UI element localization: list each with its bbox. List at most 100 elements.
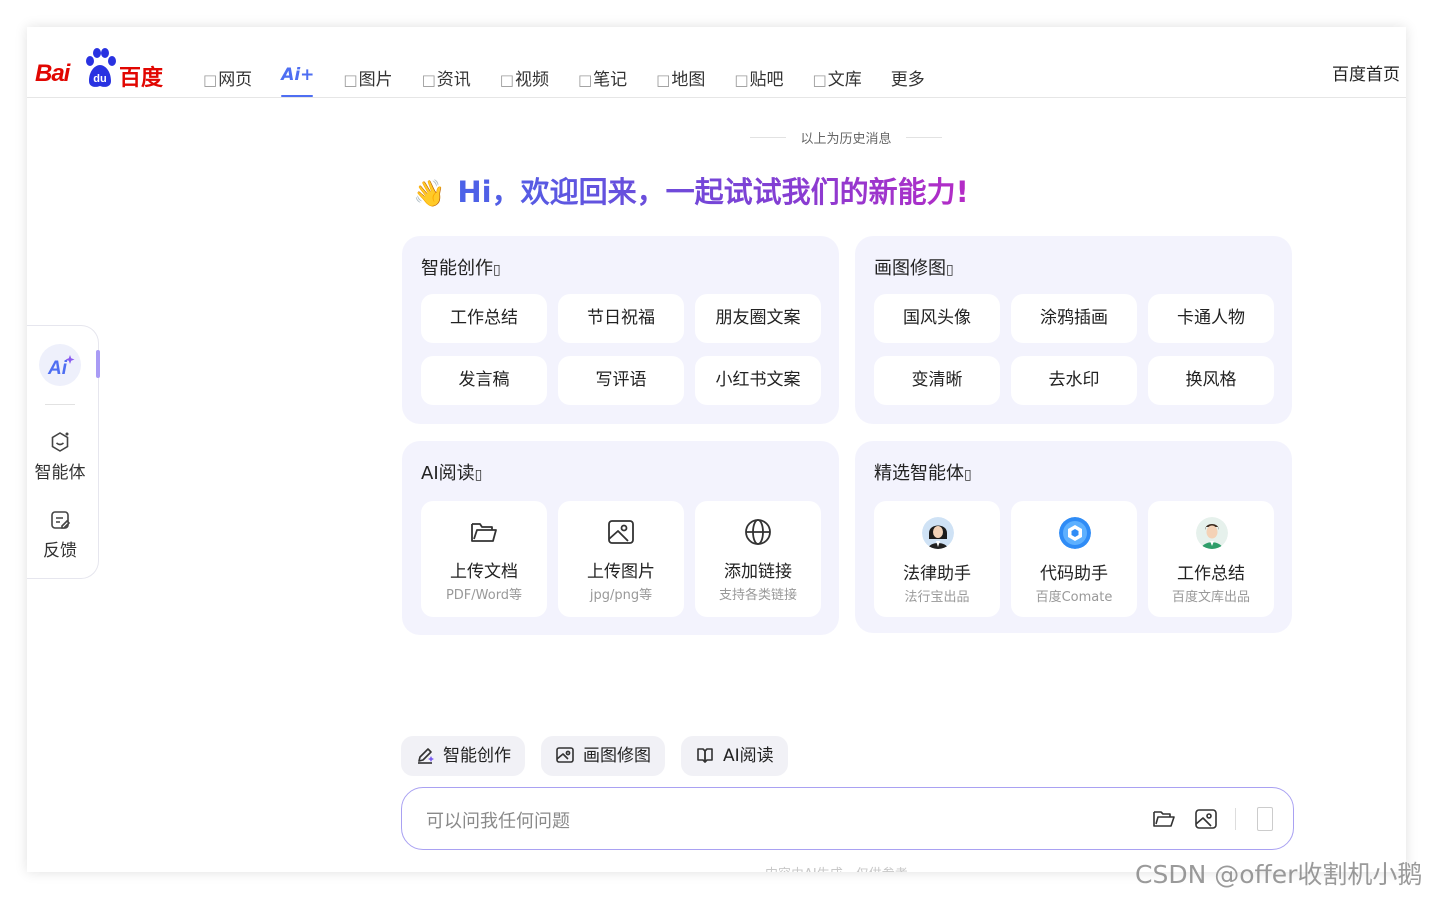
comate-logo-icon (1059, 517, 1091, 549)
card-featured-agents-title[interactable]: 精选智能体▯ (874, 459, 972, 485)
tile-legal-assistant-title: 法律助手 (903, 564, 971, 584)
nav-images[interactable]: □图片 (343, 65, 392, 97)
tile-code-assistant-title: 代码助手 (1040, 564, 1108, 584)
nav-notes-icon: □ (577, 71, 593, 89)
tile-add-link-sub: 支持各类链接 (718, 588, 797, 603)
folder-upload-icon[interactable] (1152, 807, 1176, 831)
tile-legal-assistant[interactable]: 法律助手 法行宝出品 (874, 501, 1000, 617)
nav-tieba[interactable]: □贴吧 (734, 65, 783, 97)
greeting-text: Hi，欢迎回来，一起试试我们的新能力! (457, 175, 969, 209)
tile-work-summary-agent-sub: 百度文库出品 (1171, 590, 1250, 605)
nav-notes[interactable]: □笔记 (578, 65, 627, 97)
nav-more-label: 更多 (890, 70, 925, 90)
tile-code-assistant[interactable]: 代码助手 百度Comate (1011, 501, 1137, 617)
nav-tieba-label: 贴吧 (749, 70, 784, 90)
shortcut-smart-creation[interactable]: 智能创作 (401, 736, 525, 776)
baidu-logo[interactable]: Bai du 百度 (35, 47, 167, 91)
card-drawing-title[interactable]: 画图修图▯ (874, 254, 954, 280)
tile-upload-document[interactable]: 上传文档 PDF/Word等 (421, 501, 547, 617)
tile-work-summary-agent-title: 工作总结 (1177, 564, 1245, 584)
shortcut-ai-reading[interactable]: AI阅读 (681, 736, 788, 776)
tile-upload-document-sub: PDF/Word等 (445, 588, 523, 603)
nav-web[interactable]: □网页 (203, 65, 252, 97)
legal-assistant-avatar-icon (922, 517, 954, 549)
nav-ai[interactable]: Ai+ (281, 65, 314, 97)
waving-hand-icon: 👋 (413, 179, 446, 209)
tile-upload-image[interactable]: 上传图片 jpg/png等 (558, 501, 684, 617)
book-icon (697, 748, 713, 763)
tile-upload-document-title: 上传文档 (450, 562, 518, 582)
card-ai-reading-title-text: AI阅读 (421, 463, 475, 484)
tile-work-summary-agent[interactable]: 工作总结 百度文库出品 (1148, 501, 1274, 617)
ai-disclaimer: 内容由AI生成，仅供参考 (765, 863, 908, 872)
ai-sparkle-icon: Ai (47, 355, 75, 378)
card-smart-creation-title-text: 智能创作 (421, 258, 493, 279)
card-smart-creation-title[interactable]: 智能创作▯ (421, 254, 501, 280)
card-ai-reading-title[interactable]: AI阅读▯ (421, 459, 482, 485)
greeting-heading: 👋 Hi，欢迎回来，一起试试我们的新能力! (413, 169, 969, 211)
svg-text:Ai: Ai (47, 358, 68, 378)
top-header: Bai du 百度 □网页 Ai+ □图片 □资讯 □视频 □笔记 □地图 □贴… (27, 27, 1406, 98)
chevron-right-icon: ▯ (946, 262, 954, 278)
chip-write-review[interactable]: 写评语 (558, 356, 684, 405)
card-smart-creation: 智能创作▯ 工作总结 节日祝福 朋友圈文案 发言稿 写评语 小红书文案 (402, 236, 839, 424)
tile-add-link[interactable]: 添加链接 支持各类链接 (695, 501, 821, 617)
tile-legal-assistant-sub: 法行宝出品 (904, 590, 970, 605)
sidebar-divider (45, 404, 75, 405)
chip-speech-draft[interactable]: 发言稿 (421, 356, 547, 405)
image-icon (608, 520, 634, 544)
chip-work-summary[interactable]: 工作总结 (421, 294, 547, 343)
nav-web-label: 网页 (218, 70, 253, 90)
nav-ai-label: Ai+ (281, 65, 315, 85)
chip-xiaohongshu-copy[interactable]: 小红书文案 (695, 356, 821, 405)
send-button[interactable] (1257, 807, 1273, 831)
nav-wenku[interactable]: □文库 (813, 65, 862, 97)
chip-change-style[interactable]: 换风格 (1148, 356, 1274, 405)
nav-web-icon: □ (203, 71, 218, 89)
logo-text-bai: Bai (35, 60, 70, 87)
shortcut-drawing[interactable]: 画图修图 (541, 736, 665, 776)
nav-wenku-icon: □ (812, 71, 827, 89)
nav-video[interactable]: □视频 (500, 65, 549, 97)
sidebar-item-feedback-label: 反馈 (43, 541, 77, 561)
chip-enhance-clarity[interactable]: 变清晰 (874, 356, 1000, 405)
chip-guofeng-avatar[interactable]: 国风头像 (874, 294, 1000, 343)
nav-images-icon: □ (343, 71, 358, 89)
chip-doodle-illustration[interactable]: 涂鸦插画 (1011, 294, 1137, 343)
sidebar-item-agents[interactable]: 智能体 (27, 430, 93, 483)
sidebar-ai-button[interactable]: Ai (39, 344, 81, 386)
nav-map-icon: □ (656, 71, 671, 89)
globe-icon (745, 519, 771, 545)
sidebar-item-feedback[interactable]: 反馈 (27, 508, 93, 561)
chat-input-placeholder[interactable]: 可以问我任何问题 (426, 807, 570, 833)
history-divider: 以上为历史消息 (750, 128, 942, 147)
csdn-watermark: CSDN @offer收割机小鹅 (1135, 860, 1423, 889)
left-sidebar: Ai 智能体 反馈 (27, 325, 100, 579)
tile-upload-image-title: 上传图片 (587, 562, 655, 582)
nav-notes-label: 笔记 (593, 70, 628, 90)
chip-holiday-wishes[interactable]: 节日祝福 (558, 294, 684, 343)
chat-input-box[interactable]: 可以问我任何问题 (401, 787, 1294, 850)
feedback-icon (51, 511, 71, 529)
nav-map-label: 地图 (671, 70, 706, 90)
top-nav: □网页 Ai+ □图片 □资讯 □视频 □笔记 □地图 □贴吧 □文库 更多 (203, 65, 954, 97)
logo-paw-text: du (93, 73, 106, 85)
baidu-home-link[interactable]: 百度首页 (1332, 60, 1400, 85)
chevron-right-icon: ▯ (474, 467, 483, 483)
chip-moments-copy[interactable]: 朋友圈文案 (695, 294, 821, 343)
nav-news[interactable]: □资讯 (422, 65, 471, 97)
chip-remove-watermark[interactable]: 去水印 (1011, 356, 1137, 405)
chevron-right-icon: ▯ (964, 467, 972, 483)
chip-cartoon-character[interactable]: 卡通人物 (1148, 294, 1274, 343)
image-upload-icon[interactable] (1194, 807, 1218, 831)
tile-add-link-title: 添加链接 (724, 562, 792, 582)
nav-ai-active-underline (281, 95, 314, 97)
card-drawing-title-text: 画图修图 (874, 258, 946, 279)
sidebar-item-agents-label: 智能体 (34, 463, 86, 483)
nav-more[interactable]: 更多 (891, 65, 925, 97)
nav-map[interactable]: □地图 (656, 65, 705, 97)
card-ai-reading: AI阅读▯ 上传文档 PDF/Word等 上传图片 jpg/png等 添加链接 … (402, 441, 839, 635)
input-separator (1235, 808, 1236, 830)
nav-video-icon: □ (499, 71, 514, 89)
browser-window: Bai du 百度 □网页 Ai+ □图片 □资讯 □视频 □笔记 □地图 □贴… (27, 27, 1406, 872)
